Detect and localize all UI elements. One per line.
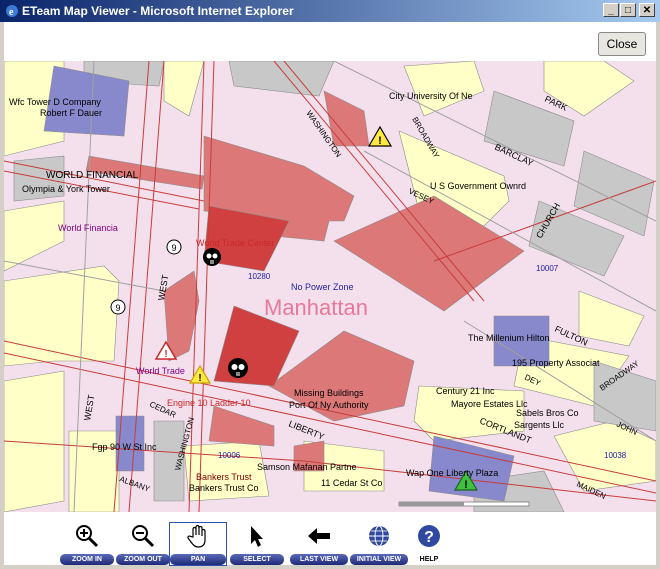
label-sabels-bros: Sabels Bros Co <box>516 408 579 418</box>
back-arrow-icon <box>308 528 330 544</box>
window-close-button[interactable]: ✕ <box>639 3 655 17</box>
label-zip-10038: 10038 <box>604 451 627 460</box>
svg-text:!: ! <box>378 135 382 147</box>
svg-text:!: ! <box>464 479 468 491</box>
label-no-power-zone: No Power Zone <box>291 282 354 292</box>
zoom-out-button[interactable]: ZOOM OUT <box>116 523 170 565</box>
label-zip-10006: 10006 <box>218 451 241 460</box>
window-title: ETeam Map Viewer - Microsoft Internet Ex… <box>22 4 294 18</box>
label-liberty: LIBERTY <box>287 419 325 442</box>
globe-icon <box>369 525 389 547</box>
label-zip-10007: 10007 <box>536 264 559 273</box>
warning-triangle-icon[interactable]: ! <box>367 125 393 147</box>
select-label: SELECT <box>230 554 284 565</box>
zoom-in-label: ZOOM IN <box>60 554 114 565</box>
label-world-financia: World Financia <box>58 223 118 233</box>
label-west-2: WEST <box>82 394 96 422</box>
pan-button[interactable]: PAN <box>169 522 227 566</box>
zoom-out-icon <box>132 525 155 548</box>
minimize-button[interactable]: _ <box>603 3 619 17</box>
label-sargents: Sargents Llc <box>514 420 565 430</box>
svg-text:9: 9 <box>115 303 120 313</box>
help-label: HELP <box>419 556 439 563</box>
label-missing-buildings: Missing Buildings <box>294 388 364 398</box>
label-century-21: Century 21 Inc <box>436 386 495 396</box>
label-11-cedar-st: 11 Cedar St Co <box>321 478 382 488</box>
label-world-financial: WORLD FINANCIAL <box>46 170 139 181</box>
zoom-in-button[interactable]: ZOOM IN <box>60 523 114 565</box>
svg-text:9: 9 <box>171 243 176 253</box>
last-view-label: LAST VIEW <box>290 554 348 565</box>
label-wap-one-liberty: Wap One Liberty Plaza <box>406 468 498 478</box>
map-scale-bar <box>398 501 530 507</box>
help-icon: ? <box>418 525 440 547</box>
label-millenium-hilton: The Millenium Hilton <box>468 333 550 343</box>
label-fgp-90-w: Fgp 90 W St Inc <box>92 442 157 452</box>
hand-icon <box>187 524 206 548</box>
zoom-out-label: ZOOM OUT <box>116 554 170 565</box>
label-olympia-york: Olympia & York Tower <box>22 184 110 194</box>
label-albany: ALBANY <box>118 474 151 493</box>
label-engine-10: Engine 10 Ladder 10 <box>167 398 251 408</box>
gas-mask-icon[interactable] <box>228 358 248 378</box>
last-view-button[interactable]: LAST VIEW <box>290 523 348 565</box>
label-us-government: U S Government Ownrd <box>430 181 526 191</box>
route-9-shield: 9 <box>166 239 182 255</box>
label-bankers-trust-co: Bankers Trust Co <box>189 483 259 493</box>
label-world-trade-center: World Trade Center <box>196 238 274 248</box>
label-manhattan: Manhattan <box>264 295 368 320</box>
svg-text:?: ? <box>424 529 434 546</box>
help-button[interactable]: ? HELP <box>412 523 446 565</box>
label-samson-mafanan: Samson Mafanan Partne <box>257 462 357 472</box>
map-canvas[interactable]: 9 9 ! ! ! ! Wfc Tower D Company Robert F… <box>4 61 656 512</box>
initial-view-label: INITIAL VIEW <box>350 554 408 565</box>
label-world-trade: World Trade <box>136 366 185 376</box>
internet-explorer-icon: e <box>6 5 18 18</box>
arrow-pointer-icon <box>251 526 263 547</box>
label-195-property: 195 Property Associat <box>512 358 600 368</box>
svg-text:!: ! <box>198 373 201 384</box>
label-wfc-tower-d: Wfc Tower D Company <box>9 97 101 107</box>
zoom-in-icon <box>76 525 99 548</box>
label-bankers-trust: Bankers Trust <box>196 472 252 482</box>
label-port-ny-authority: Port Of Ny Authority <box>289 400 369 410</box>
label-zip-10280: 10280 <box>248 272 271 281</box>
title-bar: e ETeam Map Viewer - Microsoft Internet … <box>0 0 660 22</box>
map-toolbar: ZOOM IN ZOOM OUT PAN SELECT LAST VIEW IN… <box>4 515 656 566</box>
gas-mask-icon[interactable] <box>203 248 221 266</box>
warning-triangle-icon[interactable]: ! <box>188 364 212 384</box>
label-city-university: City University Of Ne <box>389 91 473 101</box>
select-button[interactable]: SELECT <box>230 523 284 565</box>
map-viewport[interactable]: 9 9 ! ! ! ! Wfc Tower D Company Robert F… <box>4 61 656 512</box>
svg-text:e: e <box>9 7 14 18</box>
label-robert-dauer: Robert F Dauer <box>40 108 102 118</box>
maximize-button[interactable]: □ <box>620 3 636 17</box>
close-button[interactable]: Close <box>598 32 646 56</box>
route-9-shield: 9 <box>110 299 126 315</box>
svg-text:!: ! <box>164 349 167 360</box>
initial-view-button[interactable]: INITIAL VIEW <box>350 523 408 565</box>
pan-label: PAN <box>170 554 226 565</box>
